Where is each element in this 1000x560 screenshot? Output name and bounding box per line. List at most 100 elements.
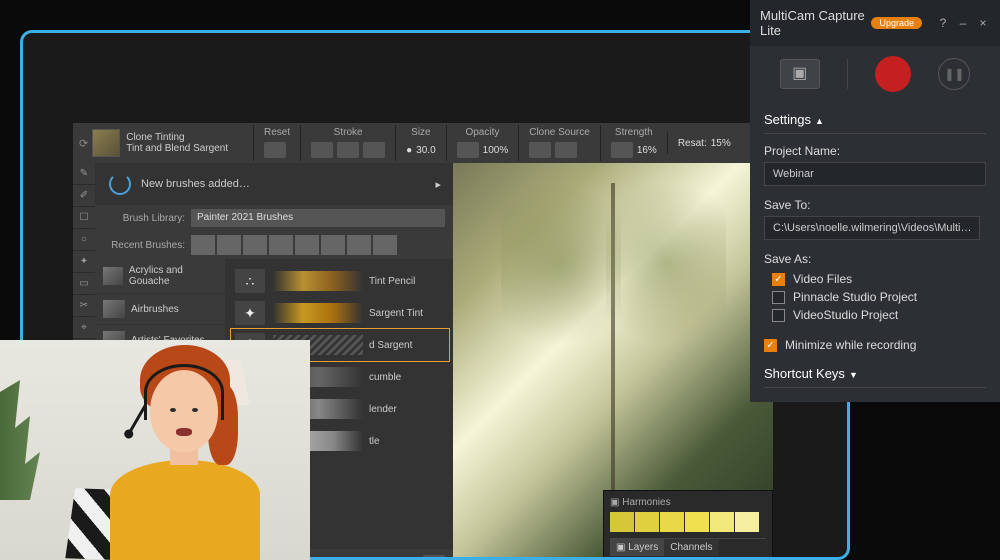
new-brushes-text: New brushes added… xyxy=(141,178,435,190)
camera-icon[interactable]: ▣ xyxy=(780,59,820,89)
color-swatch[interactable] xyxy=(710,512,734,532)
pause-button[interactable]: ❚❚ xyxy=(938,58,970,90)
help-icon[interactable]: ? xyxy=(936,16,950,30)
tool-nav-icon[interactable]: ⌖ xyxy=(73,317,95,339)
expand-arrow-icon: ▼ xyxy=(849,370,858,380)
shortcut-keys-header[interactable]: Shortcut Keys▼ xyxy=(764,366,986,381)
project-name-label: Project Name: xyxy=(764,144,986,158)
cat-thumb-icon xyxy=(103,267,123,285)
checkbox-checked-icon: ✓ xyxy=(772,273,785,286)
strength-icon xyxy=(611,142,633,158)
project-name-input[interactable]: Webinar xyxy=(764,162,986,186)
recent-brush-thumb[interactable] xyxy=(347,235,371,255)
harmonies-header[interactable]: ▣ Harmonies xyxy=(610,497,766,508)
tab-channels[interactable]: Channels xyxy=(664,539,718,556)
color-swatch[interactable] xyxy=(735,512,759,532)
close-icon[interactable]: × xyxy=(976,16,990,30)
stroke-icon-2[interactable] xyxy=(337,142,359,158)
stroke-icon-3[interactable] xyxy=(363,142,385,158)
play-icon[interactable]: ▸ xyxy=(435,178,441,191)
minimize-while-recording[interactable]: ✓Minimize while recording xyxy=(764,336,986,354)
brush-thumb-icon xyxy=(92,129,120,157)
opacity-label: Opacity xyxy=(457,127,509,138)
brush-cat-item[interactable]: Acrylics and Gouache xyxy=(95,259,225,294)
divider xyxy=(764,133,986,134)
spinner-icon xyxy=(109,173,131,195)
opacity-value[interactable]: 100% xyxy=(483,145,509,156)
refresh-icon: ⟳ xyxy=(79,137,88,150)
webcam-overlay xyxy=(0,340,310,560)
color-swatch[interactable] xyxy=(660,512,684,532)
strength-value[interactable]: 16% xyxy=(637,145,657,156)
tool-select-icon[interactable]: ☐ xyxy=(73,207,95,229)
resat-value[interactable]: 15% xyxy=(711,138,731,149)
tab-layers[interactable]: ▣ Layers xyxy=(610,539,664,556)
tool-doc-icon[interactable]: ▭ xyxy=(73,273,95,295)
compat-icon[interactable] xyxy=(423,555,445,560)
clone-label: Clone Source xyxy=(529,127,590,138)
recent-brush-thumb[interactable] xyxy=(373,235,397,255)
minimize-icon[interactable]: – xyxy=(956,16,970,30)
recent-brushes xyxy=(191,235,445,255)
save-opt-video[interactable]: ✓Video Files xyxy=(764,270,986,288)
tool-shape-icon[interactable]: ○ xyxy=(73,229,95,251)
save-opt-videostudio[interactable]: VideoStudio Project xyxy=(764,306,986,324)
size-label: Size xyxy=(406,127,436,138)
mic-icon xyxy=(127,404,147,436)
brush-name: Tint and Blend Sargent xyxy=(126,143,228,154)
clone-icon-1[interactable] xyxy=(529,142,551,158)
strength-label: Strength xyxy=(611,127,657,138)
recent-brush-thumb[interactable] xyxy=(217,235,241,255)
resat-label: Resat: xyxy=(678,138,707,149)
mcc-titlebar[interactable]: MultiCam Capture Lite Upgrade ? – × xyxy=(750,0,1000,46)
brush-lib-label: Brush Library: xyxy=(105,213,185,224)
recent-label: Recent Brushes: xyxy=(105,240,185,251)
brush-category: Clone Tinting xyxy=(126,132,228,143)
brush-selector[interactable]: ⟳ Clone Tinting Tint and Blend Sargent xyxy=(73,129,253,157)
checkbox-checked-icon: ✓ xyxy=(764,339,777,352)
size-value[interactable]: 30.0 xyxy=(416,145,435,156)
clone-icon-2[interactable] xyxy=(555,142,577,158)
brush-item[interactable]: ∴Tint Pencil xyxy=(231,265,449,297)
save-path: C:\Users\noelle.wilmering\Videos\Multi… xyxy=(764,216,980,240)
stroke-label: Stroke xyxy=(311,127,385,138)
stroke-preview xyxy=(273,303,363,323)
color-swatch[interactable] xyxy=(635,512,659,532)
brush-item[interactable]: ✦Sargent Tint xyxy=(231,297,449,329)
stroke-preview xyxy=(273,271,363,291)
opacity-icon xyxy=(457,142,479,158)
save-to-label: Save To: xyxy=(764,198,986,212)
upgrade-button[interactable]: Upgrade xyxy=(871,17,922,29)
headset-icon xyxy=(144,364,224,420)
color-swatch[interactable] xyxy=(610,512,634,532)
color-swatch[interactable] xyxy=(685,512,709,532)
reset-icon[interactable] xyxy=(264,142,286,158)
tool-sparkle-icon[interactable]: ✦ xyxy=(73,251,95,273)
size-dot-icon: ● xyxy=(406,145,412,156)
recent-brush-thumb[interactable] xyxy=(321,235,345,255)
checkbox-icon xyxy=(772,291,785,304)
settings-header[interactable]: Settings▲ xyxy=(764,112,986,127)
stroke-icon-1[interactable] xyxy=(311,142,333,158)
recent-brush-thumb[interactable] xyxy=(295,235,319,255)
painter-topbar: ⟳ Clone Tinting Tint and Blend Sargent R… xyxy=(73,123,773,163)
tool-crop-icon[interactable]: ✂ xyxy=(73,295,95,317)
recent-brush-thumb[interactable] xyxy=(243,235,267,255)
record-button[interactable] xyxy=(875,56,911,92)
recent-brush-thumb[interactable] xyxy=(191,235,215,255)
mcc-title-text: MultiCam Capture Lite xyxy=(760,8,871,38)
cat-thumb-icon xyxy=(103,300,125,318)
brush-cat-item[interactable]: Airbrushes xyxy=(95,294,225,325)
brush-swatch-icon: ✦ xyxy=(235,301,265,325)
reset-label: Reset xyxy=(264,127,290,138)
multicam-panel: MultiCam Capture Lite Upgrade ? – × ▣ ❚❚… xyxy=(750,0,1000,402)
swatch-row xyxy=(610,512,766,532)
collapse-arrow-icon: ▲ xyxy=(815,116,824,126)
tool-brush-icon[interactable]: ✐ xyxy=(73,185,95,207)
save-as-label: Save As: xyxy=(764,252,986,266)
divider xyxy=(764,387,986,388)
brush-lib-select[interactable]: Painter 2021 Brushes xyxy=(191,209,445,227)
tool-dropper-icon[interactable]: ✎ xyxy=(73,163,95,185)
recent-brush-thumb[interactable] xyxy=(269,235,293,255)
save-opt-pinnacle[interactable]: Pinnacle Studio Project xyxy=(764,288,986,306)
